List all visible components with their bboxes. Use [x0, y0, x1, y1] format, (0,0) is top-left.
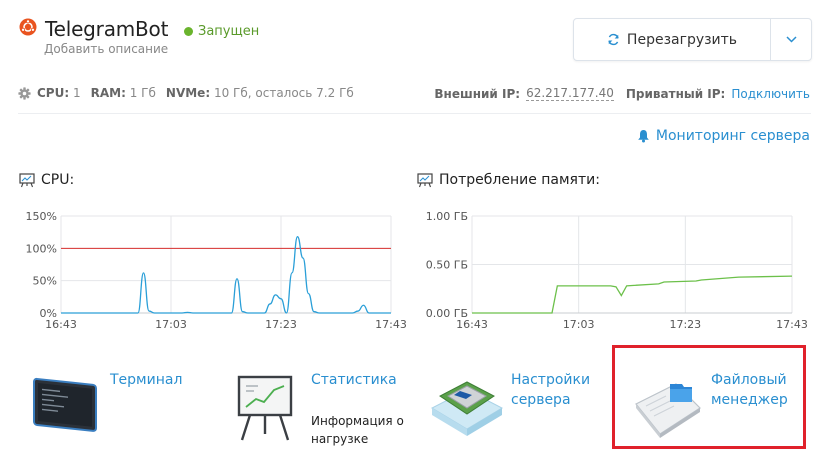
server-settings-label: Настройки сервера [511, 372, 591, 408]
y-tick-label: 150% [26, 210, 57, 223]
status-badge: Запущен [184, 24, 259, 39]
server-settings-tile[interactable]: Настройки сервера [430, 368, 600, 448]
monitoring-label: Мониторинг сервера [655, 128, 810, 144]
ram-label: RAM: [90, 86, 126, 100]
cpu-label: CPU: [37, 86, 70, 100]
bell-icon [638, 130, 649, 143]
restart-control: Перезагрузить [573, 18, 812, 61]
restart-dropdown-toggle[interactable] [771, 19, 811, 60]
x-tick-label: 17:43 [776, 318, 808, 331]
statistics-label: Статистика [311, 372, 397, 388]
y-tick-label: 0.50 ГБ [426, 259, 468, 272]
cpu-chip-icon [430, 381, 504, 436]
add-description-link[interactable]: Добавить описание [44, 42, 168, 56]
y-tick-label: 100% [26, 242, 57, 255]
statistics-icon [237, 375, 293, 441]
y-tick-label: 0% [40, 307, 57, 320]
nvme-label: NVMe: [165, 86, 211, 100]
server-specs: CPU: 1 RAM: 1 Гб NVMe: 10 Гб, осталось 7… [18, 86, 354, 100]
chevron-down-icon [785, 36, 797, 43]
statistics-tile[interactable]: Статистика Информация о нагрузке [230, 368, 410, 448]
y-tick-label: 1.00 ГБ [426, 210, 468, 223]
gear-icon [18, 86, 31, 100]
chart-board-icon [19, 172, 35, 187]
statistics-sub: Информация о нагрузке [311, 414, 404, 446]
status-dot-icon [184, 27, 193, 36]
cpu-chart-title: CPU: [41, 172, 75, 188]
restart-label: Перезагрузить [626, 31, 738, 48]
y-tick-label: 50% [33, 275, 57, 288]
ubuntu-icon [19, 18, 37, 36]
x-tick-label: 17:03 [563, 318, 595, 331]
series-line [472, 275, 793, 314]
external-ip-label: Внешний IP: [434, 86, 521, 101]
terminal-tile[interactable]: Терминал [28, 368, 188, 448]
connect-private-ip-link[interactable]: Подключить [731, 87, 810, 101]
terminal-icon [33, 377, 97, 432]
chart-board-icon [417, 172, 433, 187]
cpu-chart: 16:43 17:03 17:23 17:43150%100%50%0% [26, 210, 407, 331]
memory-chart-heading: Потребление памяти: [417, 172, 600, 188]
ram-value: 1 Гб [129, 86, 156, 100]
server-name: TelegramBot [45, 17, 169, 41]
cpu-chart-heading: CPU: [19, 172, 74, 188]
selection-highlight [612, 345, 806, 449]
x-tick-label: 17:23 [669, 318, 701, 331]
private-ip-label: Приватный IP: [625, 86, 726, 101]
x-tick-label: 17:03 [155, 318, 187, 331]
external-ip-value[interactable]: 62.217.177.40 [526, 86, 614, 101]
memory-chart-title: Потребление памяти: [439, 172, 600, 188]
restart-button[interactable]: Перезагрузить [574, 19, 771, 60]
cpu-value: 1 [72, 86, 81, 100]
y-tick-label: 0.00 ГБ [426, 307, 468, 320]
divider [18, 113, 811, 114]
status-text: Запущен [198, 24, 260, 39]
terminal-label: Терминал [110, 372, 183, 388]
server-monitoring-link[interactable]: Мониторинг сервера [637, 128, 810, 144]
refresh-icon [608, 33, 619, 46]
x-tick-label: 17:23 [265, 318, 297, 331]
memory-chart: 16:43 17:03 17:23 17:431.00 ГБ0.50 ГБ0.00 Г… [426, 210, 808, 331]
x-tick-label: 17:43 [375, 318, 407, 331]
network-info: Внешний IP: 62.217.177.40 Приватный IP: … [434, 86, 810, 101]
nvme-value: 10 Гб, осталось 7.2 Гб [213, 86, 354, 100]
